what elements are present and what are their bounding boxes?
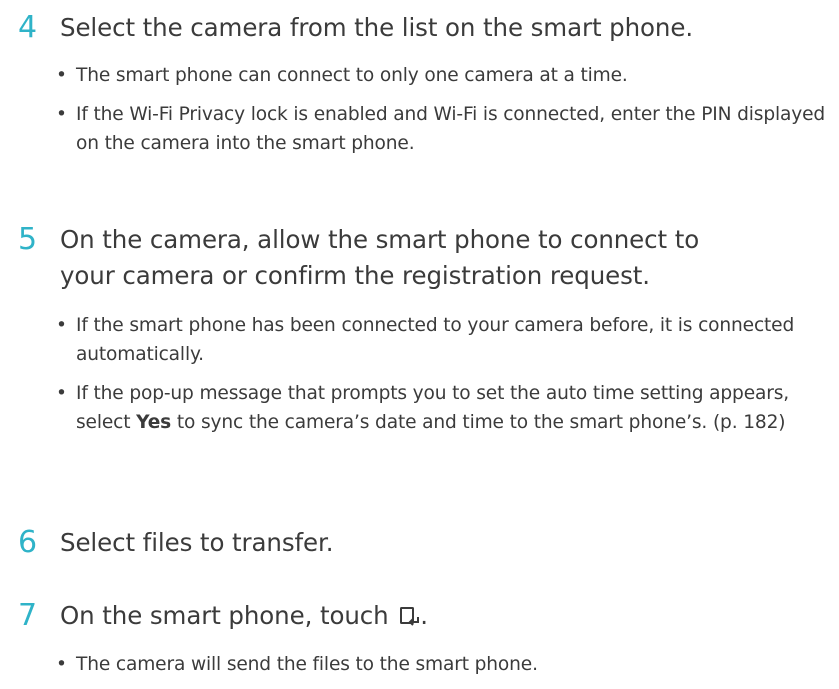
step-number: 4 [18, 10, 38, 45]
step-5: 5 On the camera, allow the smart phone t… [18, 222, 778, 294]
note-text: to sync the camera’s date and time to th… [171, 412, 786, 433]
note-item: If the pop-up message that prompts you t… [56, 379, 829, 437]
step-6: 6 Select files to transfer. [18, 525, 839, 561]
step-7: 7 On the smart phone, touch . [18, 598, 839, 634]
step-number: 5 [18, 222, 38, 257]
step-instruction-end: . [420, 601, 428, 630]
step-7-notes: The camera will send the files to the sm… [56, 650, 829, 679]
step-instruction: Select the camera from the list on the s… [60, 13, 694, 42]
step-4: 4 Select the camera from the list on the… [18, 10, 839, 46]
note-item: If the Wi-Fi Privacy lock is enabled and… [56, 100, 829, 158]
note-item: If the smart phone has been connected to… [56, 311, 829, 369]
note-item: The smart phone can connect to only one … [56, 61, 829, 90]
step-instruction-text: On the smart phone, touch [60, 601, 389, 630]
note-item: The camera will send the files to the sm… [56, 650, 829, 679]
step-5-notes: If the smart phone has been connected to… [56, 311, 829, 437]
step-instruction: On the camera, allow the smart phone to … [60, 225, 700, 290]
step-instruction: Select files to transfer. [60, 528, 334, 557]
step-4-notes: The smart phone can connect to only one … [56, 61, 829, 158]
step-instruction: On the smart phone, touch . [60, 598, 839, 634]
send-to-phone-icon [398, 601, 420, 626]
yes-option-label: Yes [136, 412, 172, 433]
step-number: 7 [18, 598, 38, 633]
step-number: 6 [18, 525, 38, 560]
